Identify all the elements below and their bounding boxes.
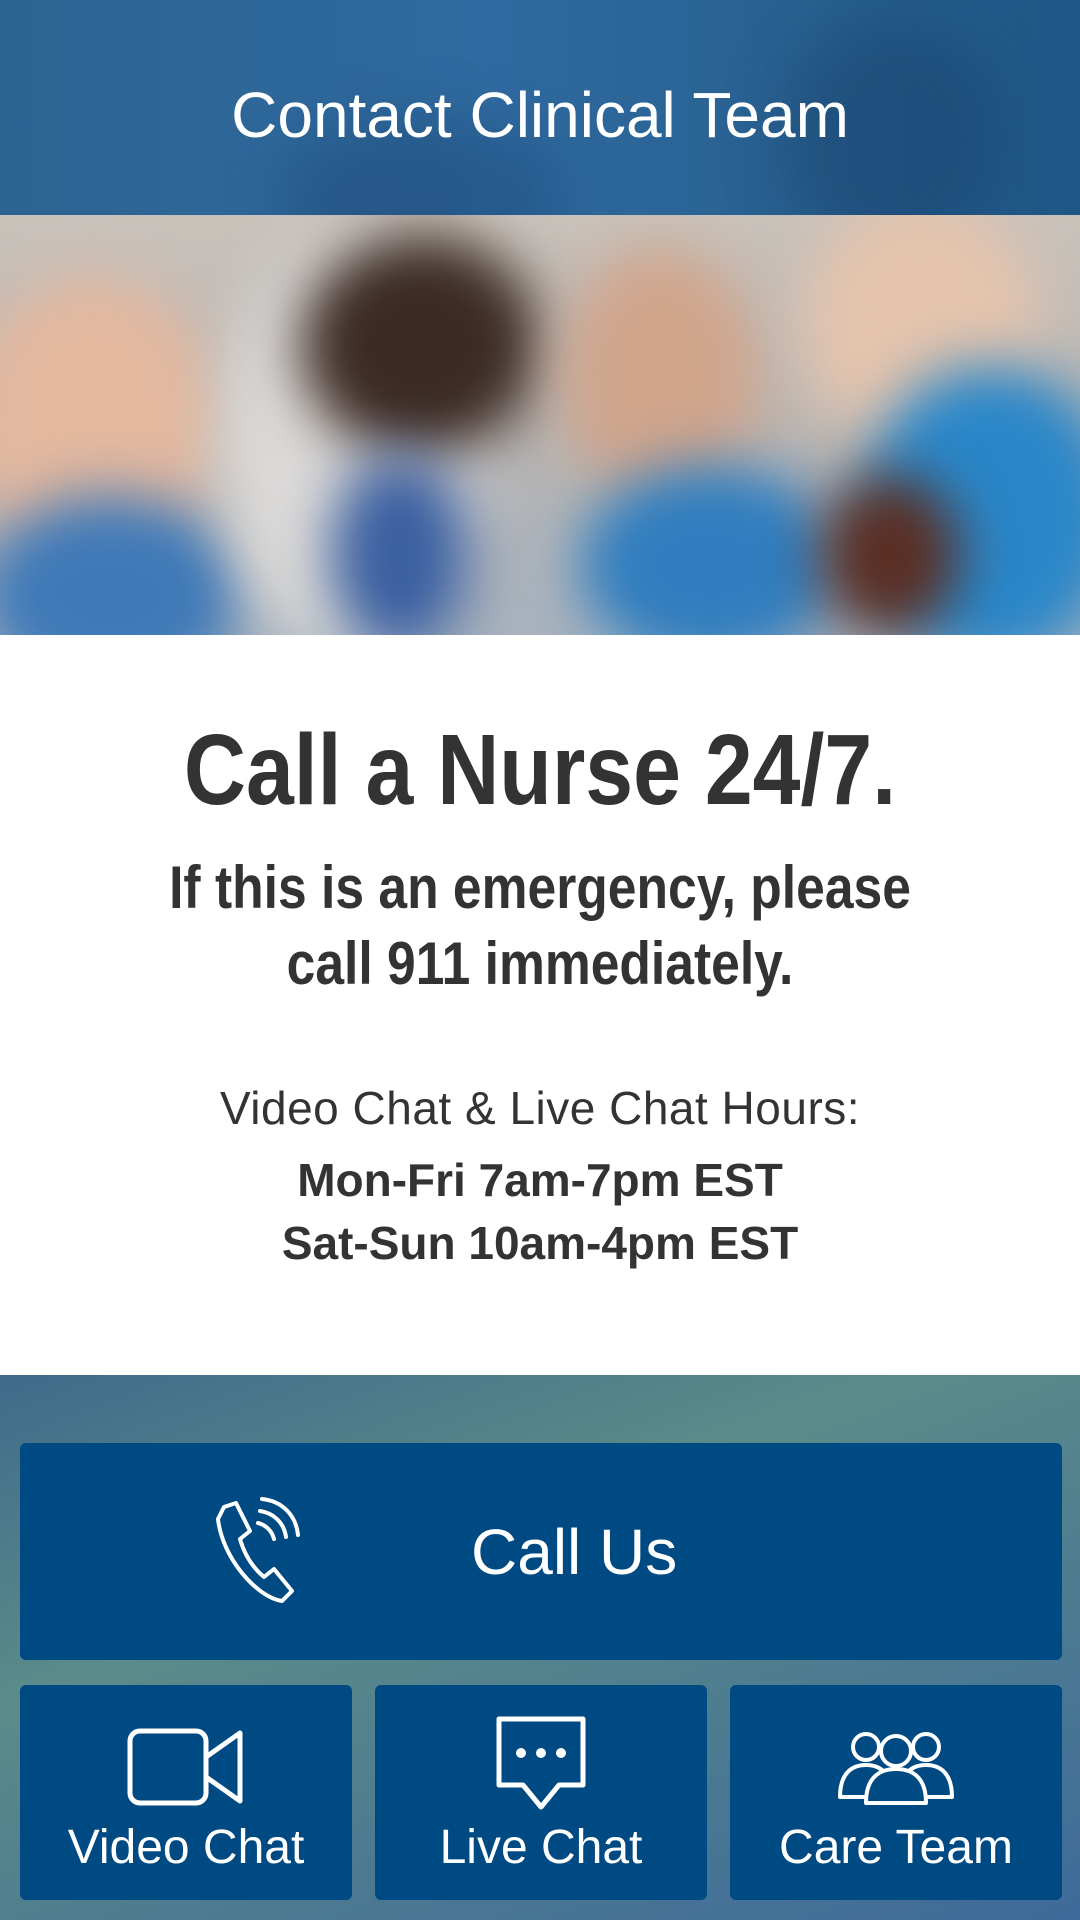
emergency-line-1: If this is an emergency, please <box>169 854 911 921</box>
hours-weekend: Sat-Sun 10am-4pm EST <box>281 1217 799 1269</box>
call-us-label: Call Us <box>471 1515 678 1588</box>
video-chat-label: Video Chat <box>67 1821 305 1874</box>
page-title: Contact Clinical Team <box>231 79 849 151</box>
video-camera-icon <box>126 1727 246 1812</box>
group-icon <box>834 1725 958 1810</box>
actions-panel: Call Us Video Chat Live Chat Care Team <box>0 1375 1080 1920</box>
hours-weekday: Mon-Fri 7am-7pm EST <box>297 1154 783 1206</box>
care-team-button[interactable]: Care Team <box>730 1685 1062 1900</box>
hours-label: Video Chat & Live Chat Hours: <box>219 1082 861 1134</box>
header-bar: Contact Clinical Team <box>0 0 1080 215</box>
info-section: Call a Nurse 24/7. If this is an emergen… <box>0 635 1080 1375</box>
live-chat-button[interactable]: Live Chat <box>375 1685 707 1900</box>
call-us-button[interactable]: Call Us <box>20 1443 1062 1660</box>
care-team-label: Care Team <box>779 1821 1013 1874</box>
video-chat-button[interactable]: Video Chat <box>20 1685 352 1900</box>
hero-image <box>0 215 1080 635</box>
live-chat-label: Live Chat <box>439 1821 643 1874</box>
emergency-line-2: call 911 immediately. <box>286 930 794 997</box>
emergency-notice: If this is an emergency, please call 911… <box>76 850 1005 1002</box>
headline: Call a Nurse 24/7. <box>183 714 897 826</box>
chat-bubble-icon <box>495 1715 587 1816</box>
phone-icon <box>206 1497 306 1607</box>
